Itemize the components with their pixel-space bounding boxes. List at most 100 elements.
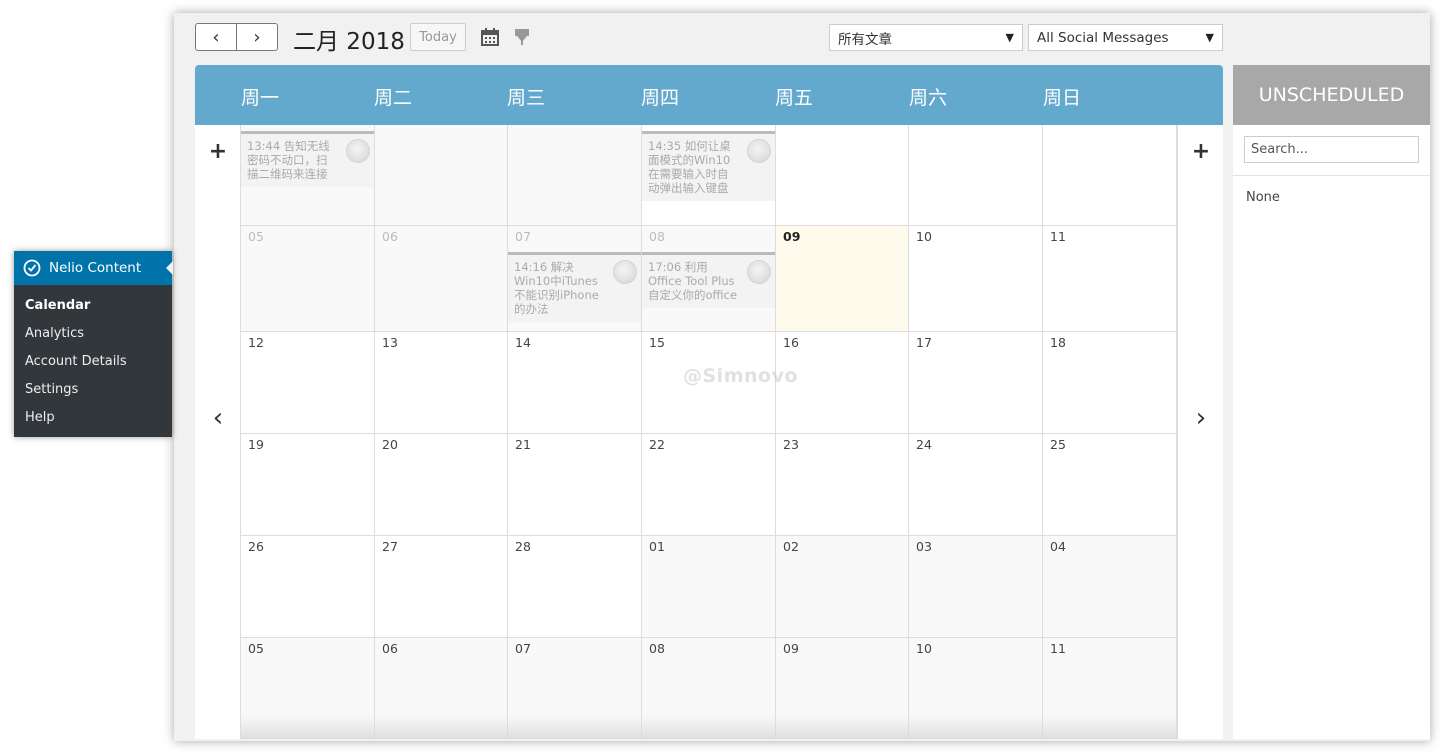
unscheduled-search-input[interactable]: Search...	[1244, 136, 1419, 163]
social-filter-select[interactable]: All Social Messages ▼	[1028, 24, 1223, 51]
weekday-label: 周五	[775, 87, 814, 109]
post-type-select-value: 所有文章	[838, 31, 892, 48]
calendar-day-cell[interactable]	[776, 125, 909, 226]
day-number: 01	[649, 539, 665, 554]
avatar	[613, 260, 637, 284]
calendar-day-cell[interactable]: 05	[241, 226, 375, 332]
day-number: 19	[248, 437, 264, 452]
add-post-button[interactable]: +	[1178, 139, 1223, 164]
calendar-day-cell[interactable]: 02	[776, 536, 909, 638]
unscheduled-title: UNSCHEDULED	[1233, 65, 1430, 125]
month-title: 二月 2018	[293, 29, 405, 55]
calendar-right-rail: + ›	[1177, 125, 1223, 739]
calendar-day-cell[interactable]: 06	[375, 226, 508, 332]
weekday-label: 周六	[909, 87, 948, 109]
calendar-day-cell[interactable]: 07 14:16 解决Win10中iTunes不能识别iPhone的办法	[508, 226, 642, 332]
day-number: 08	[649, 229, 665, 244]
add-post-button[interactable]: +	[195, 139, 241, 164]
avatar	[346, 139, 370, 163]
calendar-event[interactable]: 17:06 利用Office Tool Plus自定义你的office	[642, 252, 775, 308]
day-number: 11	[1050, 229, 1066, 244]
calendar-day-cell[interactable]: 26	[241, 536, 375, 638]
calendar-day-cell[interactable]: 10	[909, 226, 1043, 332]
calendar-day-cell-today[interactable]: 09	[776, 226, 909, 332]
calendar-day-cell[interactable]: 25	[1043, 434, 1177, 536]
day-number: 22	[649, 437, 665, 452]
menu-item-nelio-content[interactable]: Nelio Content	[14, 251, 173, 285]
calendar-day-cell[interactable]: 24	[909, 434, 1043, 536]
prev-month-button[interactable]: ‹	[196, 24, 236, 50]
unscheduled-panel: UNSCHEDULED Search... None	[1233, 65, 1430, 739]
day-number: 28	[515, 539, 531, 554]
scroll-next-button[interactable]: ›	[1178, 403, 1223, 433]
day-number: 02	[783, 539, 799, 554]
calendar-day-cell[interactable]: 11	[1043, 226, 1177, 332]
calendar-day-cell[interactable]: 23	[776, 434, 909, 536]
event-title: 14:16 解决Win10中iTunes不能识别iPhone的办法	[514, 260, 599, 316]
avatar	[747, 139, 771, 163]
scroll-prev-button[interactable]: ‹	[195, 403, 241, 433]
event-title: 14:35 如何让桌面模式的Win10在需要输入时自动弹出输入键盘	[648, 139, 731, 195]
calendar-body: + ‹ 13:44 告知无线密码不动口，扫描二维码来连接 14:35 如何让桌面…	[195, 125, 1223, 739]
day-number: 26	[248, 539, 264, 554]
calendar-day-cell[interactable]: 14:35 如何让桌面模式的Win10在需要输入时自动弹出输入键盘	[642, 125, 776, 226]
submenu-item-account-details[interactable]: Account Details	[25, 354, 127, 369]
menu-title: Nelio Content	[49, 260, 142, 276]
calendar-day-cell[interactable]: 19	[241, 434, 375, 536]
caret-down-icon: ▼	[1005, 31, 1014, 44]
calendar-icon[interactable]	[480, 27, 500, 47]
calendar-day-cell[interactable]: 12	[241, 332, 375, 434]
day-number: 12	[248, 335, 264, 350]
weekday-label: 周三	[507, 87, 546, 109]
calendar-day-cell[interactable]: 13	[375, 332, 508, 434]
day-number: 08	[649, 641, 665, 656]
calendar-day-cell[interactable]	[375, 125, 508, 226]
day-number: 10	[916, 229, 932, 244]
calendar-day-cell[interactable]: 20	[375, 434, 508, 536]
chevron-right-icon: ›	[253, 26, 261, 48]
calendar-left-rail: + ‹	[195, 125, 241, 739]
calendar-day-cell[interactable]: 28	[508, 536, 642, 638]
calendar-day-cell[interactable]: 04	[1043, 536, 1177, 638]
weekday-header: 周一 周二 周三 周四 周五 周六 周日	[195, 65, 1223, 125]
calendar-day-cell[interactable]: 03	[909, 536, 1043, 638]
calendar-day-cell[interactable]: 13:44 告知无线密码不动口，扫描二维码来连接	[241, 125, 375, 226]
next-month-button[interactable]: ›	[236, 24, 277, 50]
calendar-grid: 13:44 告知无线密码不动口，扫描二维码来连接 14:35 如何让桌面模式的W…	[241, 125, 1177, 739]
calendar-day-cell[interactable]: 27	[375, 536, 508, 638]
calendar-day-cell[interactable]: 17	[909, 332, 1043, 434]
submenu-item-settings[interactable]: Settings	[25, 382, 78, 397]
calendar-day-cell[interactable]: 22	[642, 434, 776, 536]
event-title: 13:44 告知无线密码不动口，扫描二维码来连接	[247, 139, 330, 181]
day-number: 24	[916, 437, 932, 452]
calendar-event[interactable]: 13:44 告知无线密码不动口，扫描二维码来连接	[241, 131, 374, 187]
social-filter-select-value: All Social Messages	[1037, 29, 1169, 46]
calendar-day-cell[interactable]: 08 17:06 利用Office Tool Plus自定义你的office	[642, 226, 776, 332]
day-number: 10	[916, 641, 932, 656]
calendar-day-cell[interactable]: 14	[508, 332, 642, 434]
month-navigation: ‹ ›	[195, 23, 278, 51]
calendar-day-cell[interactable]	[1043, 125, 1177, 226]
post-type-select[interactable]: 所有文章 ▼	[829, 24, 1023, 51]
clock-check-icon	[23, 259, 41, 277]
calendar-event[interactable]: 14:35 如何让桌面模式的Win10在需要输入时自动弹出输入键盘	[642, 131, 775, 201]
calendar-day-cell[interactable]	[909, 125, 1043, 226]
day-number: 04	[1050, 539, 1066, 554]
calendar-day-cell[interactable]: 01	[642, 536, 776, 638]
submenu-item-analytics[interactable]: Analytics	[25, 326, 84, 341]
today-button[interactable]: Today	[410, 23, 466, 51]
calendar-day-cell[interactable]: 18	[1043, 332, 1177, 434]
weekday-label: 周二	[374, 87, 413, 109]
calendar-day-cell[interactable]	[508, 125, 642, 226]
avatar	[747, 260, 771, 284]
download-icon[interactable]	[512, 27, 532, 47]
submenu-item-help[interactable]: Help	[25, 410, 55, 425]
calendar-day-cell[interactable]: 21	[508, 434, 642, 536]
day-number: 13	[382, 335, 398, 350]
day-number: 14	[515, 335, 531, 350]
calendar-event[interactable]: 14:16 解决Win10中iTunes不能识别iPhone的办法	[508, 252, 641, 322]
day-number: 21	[515, 437, 531, 452]
day-number: 03	[916, 539, 932, 554]
day-number: 15	[649, 335, 665, 350]
submenu-item-calendar[interactable]: Calendar	[25, 298, 90, 313]
